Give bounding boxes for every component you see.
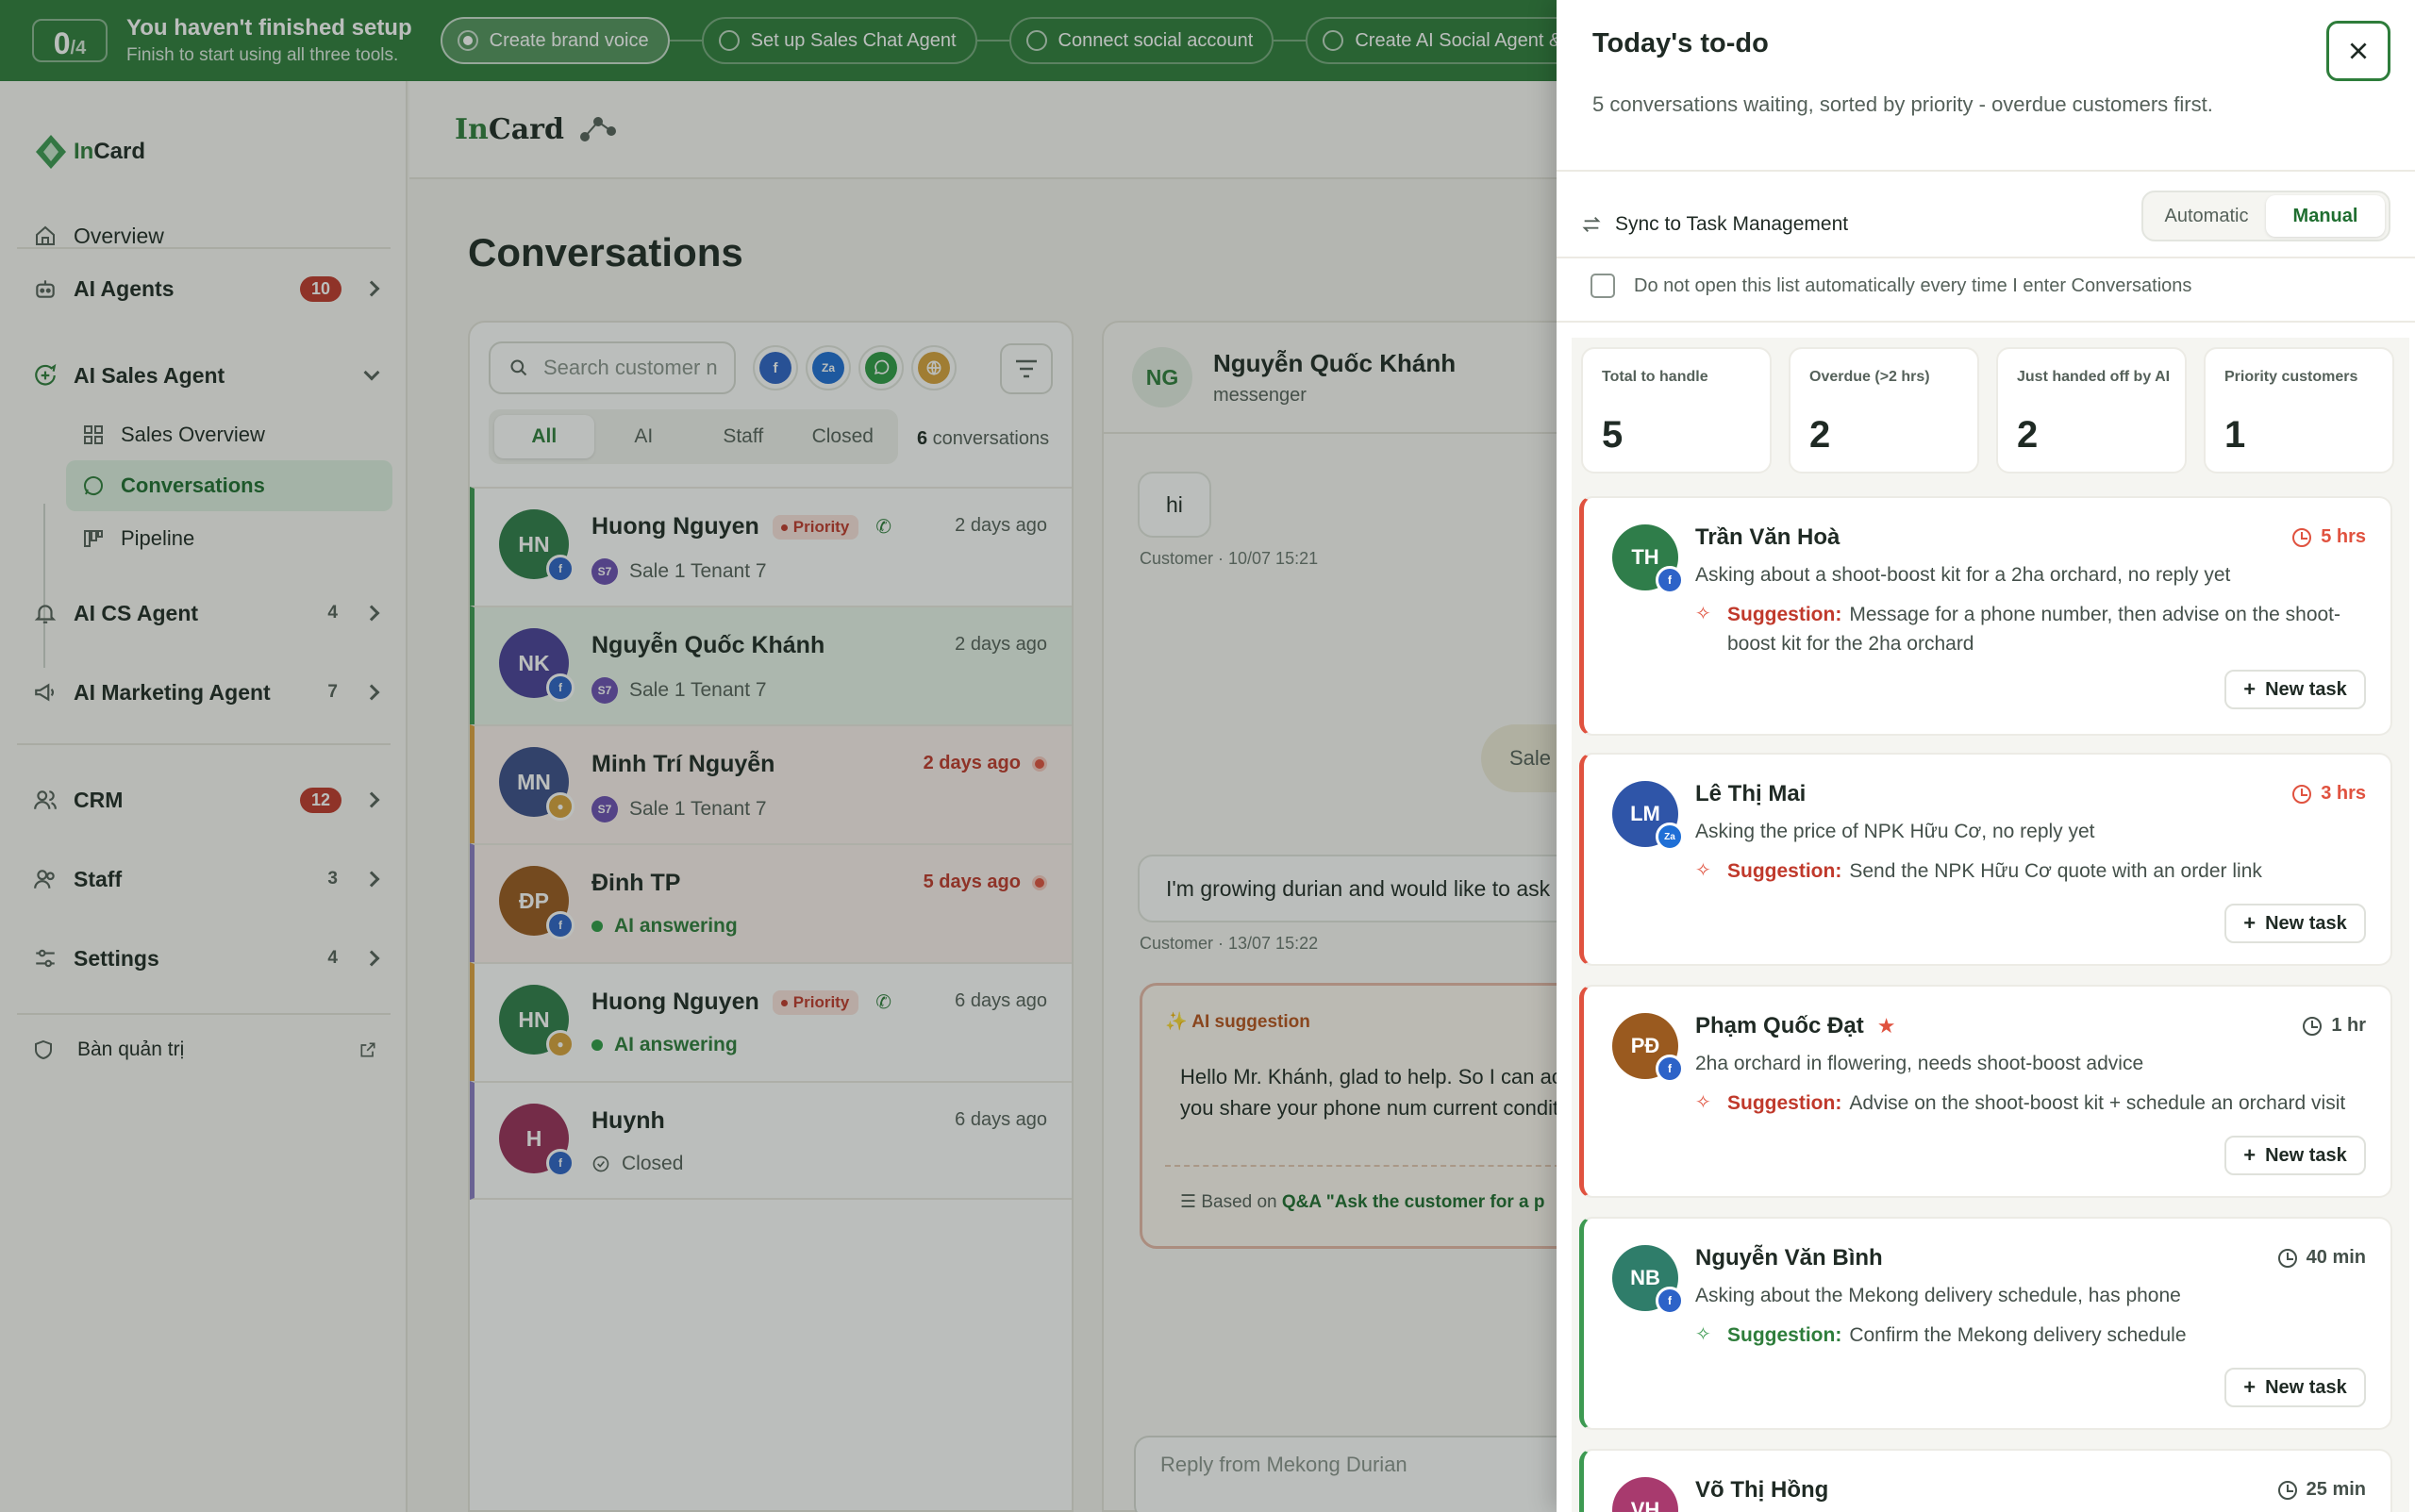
todo-card-name: Lê Thị Mai [1695,781,1807,806]
new-task-button[interactable]: + New task [2224,904,2366,943]
todo-card-description: Asking about a shoot-boost kit for a 2ha… [1695,564,2231,586]
stat-handed-off: Just handed off by AI 2 [1996,347,2187,474]
todo-card-name: Phạm Quốc Đạt ★ [1695,1013,1896,1038]
plus-icon: + [2243,1375,2257,1399]
todo-card-wait-time: 40 min [2277,1247,2366,1269]
clock-icon [2277,1480,2297,1500]
close-icon [2350,42,2367,59]
todo-card-wait-time: 1 hr [2303,1015,2366,1037]
todo-card-description: Asking about the Mekong delivery schedul… [1695,1285,2181,1306]
todo-card[interactable]: NB f Nguyễn Văn Bình 40 min Asking about … [1579,1217,2392,1430]
stat-label: Just handed off by AI [2017,369,2171,385]
todo-card-wait-time: 5 hrs [2292,526,2366,548]
stat-value: 2 [2017,414,2039,456]
checkbox-label: Do not open this list automatically ever… [1634,274,2192,296]
todo-card[interactable]: PĐ f Phạm Quốc Đạt ★ 1 hr 2ha orchard in f… [1579,985,2392,1198]
facebook-badge-icon: f [1656,1055,1684,1083]
stat-label: Priority customers [2224,369,2358,385]
sparkle-icon: ✧ [1695,1092,1711,1113]
stat-value: 2 [1809,414,1831,456]
todo-card-wait-time: 25 min [2277,1479,2366,1501]
avatar: NB f [1612,1245,1684,1315]
clock-icon [2292,784,2312,804]
todo-card-name: Trần Văn Hoà [1695,524,1840,550]
star-icon: ★ [1876,1014,1896,1038]
todo-card-suggestion: ✧ Suggestion: Advise on the shoot-boost ki… [1695,1088,2356,1118]
facebook-badge-icon: f [1656,566,1684,594]
auto-open-checkbox[interactable] [1591,274,1615,298]
todo-card-name: Võ Thị Hồng [1695,1477,1829,1503]
stat-label: Overdue (>2 hrs) [1809,369,1930,385]
drawer-title: Today's to-do [1592,28,1769,58]
todo-drawer: Today's to-do 5 conversations waiting, s… [1557,0,2415,1512]
todo-card[interactable]: VH Võ Thị Hồng 25 min [1579,1449,2392,1512]
avatar: VH [1612,1477,1678,1512]
stats-row: Total to handle 5 Overdue (>2 hrs) 2 Just … [1572,338,2409,485]
sync-label: Sync to Task Management [1615,213,1849,235]
avatar: TH f [1612,524,1684,594]
avatar: PĐ f [1612,1013,1684,1083]
sparkle-icon: ✧ [1695,604,1711,624]
todo-card-suggestion: ✧ Suggestion: Message for a phone number, … [1695,600,2356,658]
zalo-badge-icon: Za [1656,822,1684,851]
mode-manual-option[interactable]: Manual [2266,195,2385,237]
divider [1557,321,2415,323]
clock-icon [2277,1248,2297,1268]
todo-card-description: Asking the price of NPK Hữu Cơ, no reply… [1695,821,2095,842]
sync-arrows-icon [1581,214,1602,235]
todo-card-suggestion: ✧ Suggestion: Send the NPK Hữu Cơ quote wi… [1695,856,2356,886]
divider [1557,257,2415,258]
sparkle-icon: ✧ [1695,1324,1711,1345]
avatar: LM Za [1612,781,1684,851]
mode-automatic-option[interactable]: Automatic [2147,195,2266,237]
plus-icon: + [2243,1143,2257,1167]
stat-priority: Priority customers 1 [2204,347,2394,474]
todo-card[interactable]: LM Za Lê Thị Mai 3 hrs Asking the price o… [1579,753,2392,966]
sync-mode-toggle: Automatic Manual [2141,191,2390,241]
stat-total: Total to handle 5 [1581,347,1772,474]
new-task-button[interactable]: + New task [2224,670,2366,709]
todo-card-description: 2ha orchard in flowering, needs shoot-bo… [1695,1053,2144,1074]
drawer-subtitle: 5 conversations waiting, sorted by prior… [1592,92,2213,116]
sync-row: Sync to Task Management Automatic Manual [1581,189,2390,260]
new-task-button[interactable]: + New task [2224,1136,2366,1175]
stat-value: 1 [2224,414,2246,456]
plus-icon: + [2243,677,2257,701]
stat-value: 5 [1602,414,1624,456]
todo-card-wait-time: 3 hrs [2292,783,2366,805]
todo-card[interactable]: TH f Trần Văn Hoà 5 hrs Asking about a sh… [1579,496,2392,736]
sparkle-icon: ✧ [1695,860,1711,881]
clock-icon [2292,527,2312,547]
clock-icon [2303,1016,2323,1036]
auto-open-preference[interactable]: Do not open this list automatically ever… [1591,274,2191,298]
todo-card-name: Nguyễn Văn Bình [1695,1245,1883,1271]
close-button[interactable] [2326,21,2390,81]
divider [1557,170,2415,172]
stat-label: Total to handle [1602,369,1708,385]
new-task-button[interactable]: + New task [2224,1368,2366,1407]
stat-overdue: Overdue (>2 hrs) 2 [1789,347,1979,474]
facebook-badge-icon: f [1656,1287,1684,1315]
plus-icon: + [2243,911,2257,935]
todo-card-suggestion: ✧ Suggestion: Confirm the Mekong delivery … [1695,1321,2356,1350]
